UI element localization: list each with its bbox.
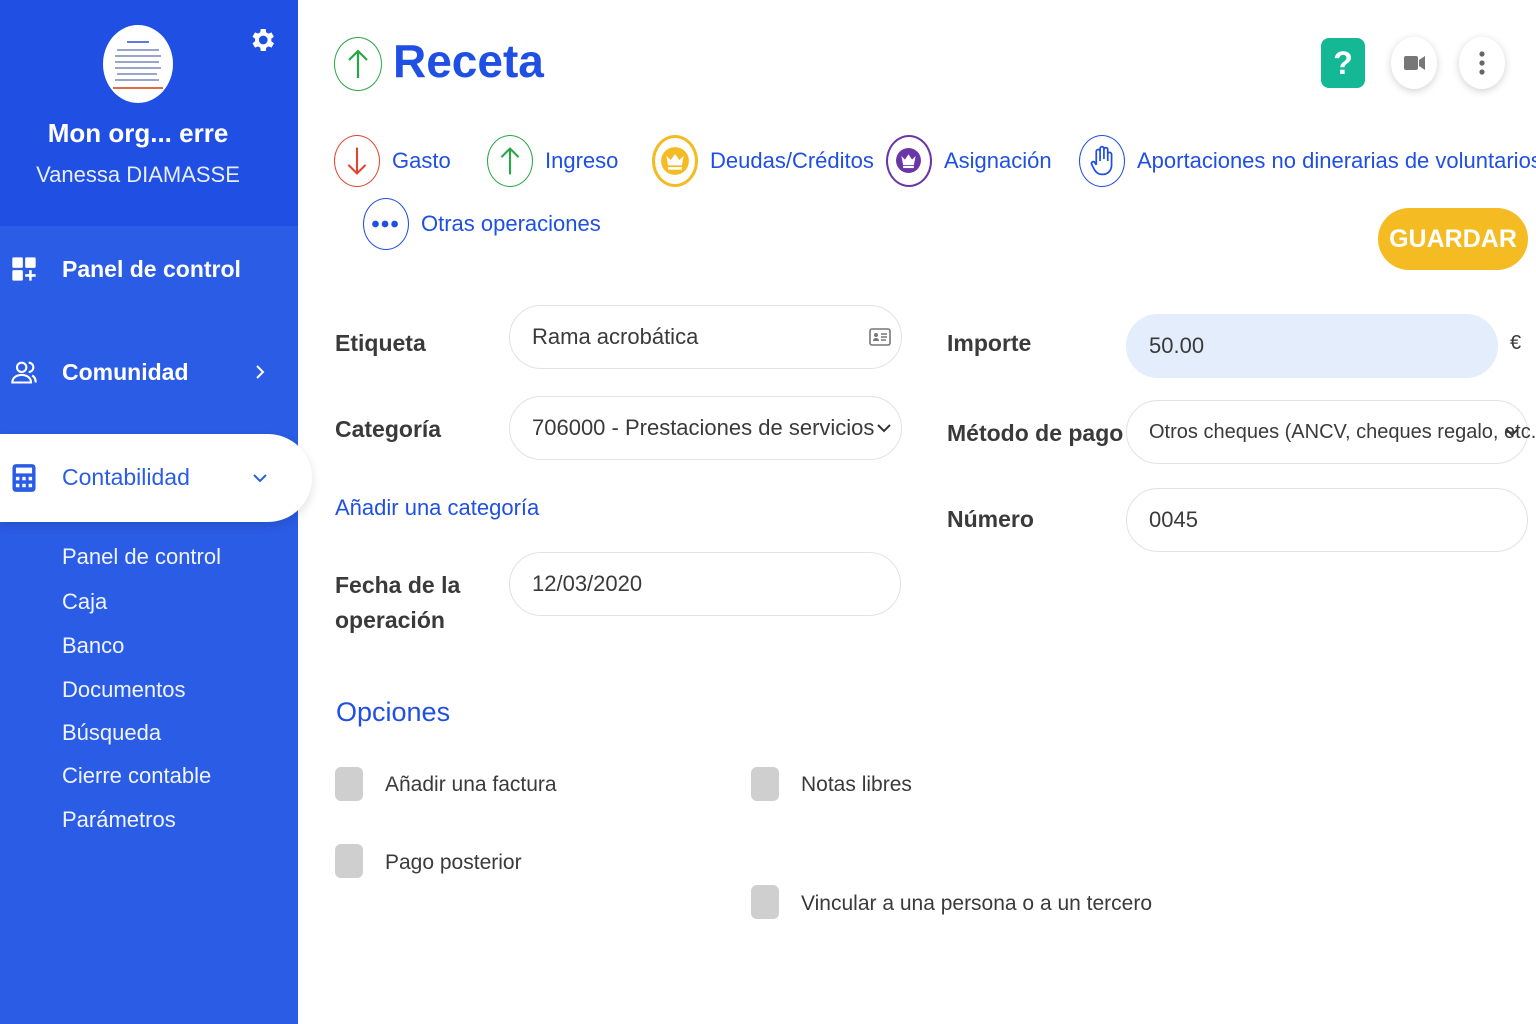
operation-aportaciones[interactable]: Aportaciones no dinerarias de voluntario… xyxy=(1079,135,1536,187)
fecha-label-line2: operación xyxy=(335,607,445,633)
operation-label: Ingreso xyxy=(545,148,619,173)
sidebar-item-contabilidad[interactable]: Contabilidad xyxy=(0,434,312,522)
importe-field[interactable]: 50.00 xyxy=(1126,314,1498,378)
operation-otras[interactable]: Otras operaciones xyxy=(363,198,601,250)
title-arrow-up-icon xyxy=(334,37,382,91)
sidebar-item-comunidad[interactable]: Comunidad xyxy=(0,337,298,407)
dots-icon xyxy=(363,198,409,250)
gear-icon[interactable] xyxy=(247,25,277,55)
deferred-payment-checkbox[interactable] xyxy=(335,844,363,878)
etiqueta-field[interactable]: Rama acrobática xyxy=(509,305,902,369)
etiqueta-label: Etiqueta xyxy=(335,330,426,356)
categoria-value: 706000 - Prestaciones de servicios xyxy=(532,415,875,440)
numero-value: 0045 xyxy=(1149,507,1198,532)
organization-name: Mon org... erre xyxy=(47,118,229,148)
submenu-item-busqueda[interactable]: Búsqueda xyxy=(62,720,161,746)
etiqueta-value: Rama acrobática xyxy=(532,324,699,349)
more-options-button[interactable] xyxy=(1459,37,1505,89)
free-notes-checkbox[interactable] xyxy=(751,767,779,801)
save-button[interactable]: GUARDAR xyxy=(1378,208,1528,270)
people-icon xyxy=(11,361,37,384)
fecha-label-line1: Fecha de la xyxy=(335,572,461,598)
categoria-select[interactable]: 706000 - Prestaciones de servicios xyxy=(509,396,902,460)
profile-panel: Mon org... erre Vanessa DIAMASSE xyxy=(0,0,298,226)
submenu-item-parametros[interactable]: Parámetros xyxy=(62,807,176,833)
options-title: Opciones xyxy=(336,697,451,727)
operation-label: Gasto xyxy=(392,148,451,173)
organization-logo[interactable] xyxy=(103,25,173,103)
add-invoice-label: Añadir una factura xyxy=(385,773,557,796)
user-name: Vanessa DIAMASSE xyxy=(36,162,240,187)
numero-field[interactable]: 0045 xyxy=(1126,488,1528,552)
submenu-item-documentos[interactable]: Documentos xyxy=(62,677,186,703)
hand-icon xyxy=(1079,135,1125,187)
sidebar-item-label: Panel de control xyxy=(62,255,241,282)
video-button[interactable] xyxy=(1391,37,1437,89)
sidebar-item-label: Comunidad xyxy=(62,358,189,385)
crown-arrows-icon xyxy=(886,135,932,187)
metodo-pago-select[interactable]: Otros cheques (ANCV, cheques regalo, etc… xyxy=(1126,400,1536,464)
submenu-item-banco[interactable]: Banco xyxy=(62,633,124,659)
numero-label: Número xyxy=(947,506,1034,532)
operation-gasto[interactable]: Gasto xyxy=(334,135,451,187)
operation-label: Deudas/Créditos xyxy=(710,148,874,173)
currency-symbol: € xyxy=(1510,332,1522,354)
operation-label: Otras operaciones xyxy=(421,211,601,236)
link-person-label: Vincular a una persona o a un tercero xyxy=(801,892,1153,915)
more-vertical-icon xyxy=(1479,51,1485,75)
chevron-down-icon xyxy=(253,474,267,483)
deferred-payment-label: Pago posterior xyxy=(385,851,522,874)
arrow-up-icon xyxy=(487,135,533,187)
operation-ingreso[interactable]: Ingreso xyxy=(487,135,618,187)
fecha-field[interactable]: 12/03/2020 xyxy=(509,552,901,616)
metodo-label: Método de pago xyxy=(947,420,1124,446)
chevron-down-icon xyxy=(877,424,891,433)
operation-asignacion[interactable]: Asignación xyxy=(886,135,1052,187)
metodo-value: Otros cheques (ANCV, cheques regalo, etc… xyxy=(1149,420,1536,443)
categoria-label: Categoría xyxy=(335,416,442,442)
page-title: Receta xyxy=(393,35,544,87)
importe-label: Importe xyxy=(947,330,1032,356)
sidebar-item-panel-de-control[interactable]: Panel de control xyxy=(0,234,298,304)
add-invoice-checkbox[interactable] xyxy=(335,767,363,801)
chevron-right-icon xyxy=(256,365,265,379)
crown-icon xyxy=(652,135,698,187)
submenu-item-cierre-contable[interactable]: Cierre contable xyxy=(62,763,211,789)
arrow-down-icon xyxy=(334,135,380,187)
sidebar: Mon org... erre Vanessa DIAMASSE Panel d… xyxy=(0,0,312,1024)
contact-card-icon[interactable] xyxy=(869,326,891,348)
dashboard-icon xyxy=(12,257,36,281)
chevron-down-icon xyxy=(1505,428,1519,437)
link-person-checkbox[interactable] xyxy=(751,885,779,919)
submenu-item-caja[interactable]: Caja xyxy=(62,589,107,615)
sidebar-item-label: Contabilidad xyxy=(62,464,190,490)
video-camera-icon xyxy=(1404,56,1425,70)
operation-label: Aportaciones no dinerarias de voluntario… xyxy=(1137,148,1536,173)
free-notes-label: Notas libres xyxy=(801,773,912,796)
submenu-item-panel-de-control[interactable]: Panel de control xyxy=(62,544,221,570)
calculator-icon xyxy=(12,464,36,492)
add-category-link[interactable]: Añadir una categoría xyxy=(335,495,539,521)
importe-value: 50.00 xyxy=(1149,333,1205,358)
help-button[interactable]: ? xyxy=(1321,38,1365,88)
fecha-value: 12/03/2020 xyxy=(532,571,643,596)
operation-label: Asignación xyxy=(944,148,1052,173)
operation-deudas-creditos[interactable]: Deudas/Créditos xyxy=(652,135,874,187)
